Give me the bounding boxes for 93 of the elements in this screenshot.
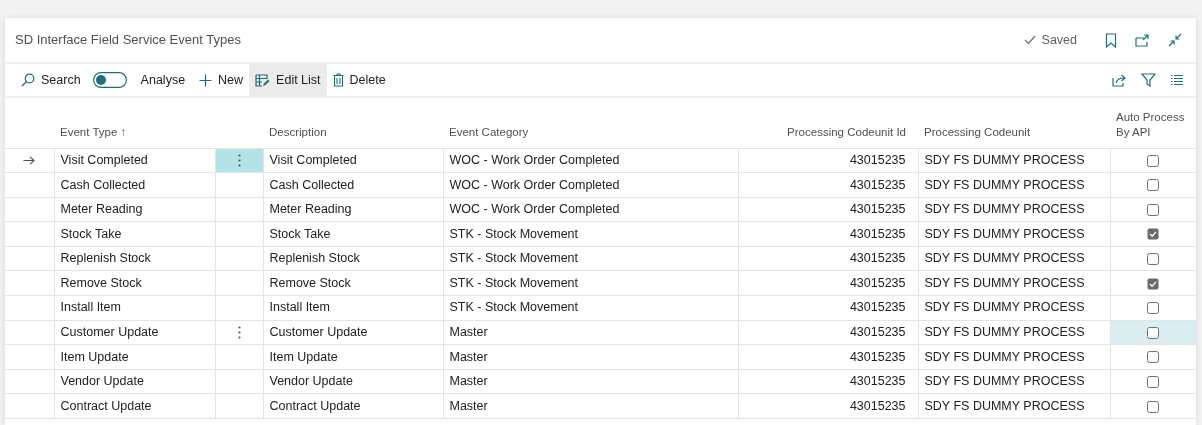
event-type-cell: Item Update [60,349,129,364]
codeunit-cell: SDY FS DUMMY PROCESS [924,202,1085,217]
event-category-cell: STK - Stock Movement [449,226,578,241]
event-type-cell: Meter Reading [60,202,143,217]
column-header[interactable]: Event Category [449,126,529,139]
codeunit-cell: SDY FS DUMMY PROCESS [924,251,1085,266]
description-cell: Contract Update [269,398,361,413]
codeunit-id-cell: 43015235 [849,202,906,217]
codeunit-id-cell: 43015235 [849,325,906,340]
event-category-cell: Master [449,349,488,364]
checkbox[interactable] [1147,277,1160,290]
analyse-toggle[interactable]: Analyse [86,64,192,96]
collapse-icon[interactable] [1168,33,1182,47]
column-header[interactable]: Description [269,126,327,139]
event-type-cell: Remove Stock [60,275,142,290]
event-type-cell: Vendor Update [60,374,144,389]
event-category-cell: WOC - Work Order Completed [449,152,620,167]
toolbar-button[interactable]: Delete [326,64,392,96]
share-icon[interactable] [1112,73,1127,87]
plus-icon [199,73,213,87]
description-cell: Vendor Update [269,374,353,389]
codeunit-cell: SDY FS DUMMY PROCESS [924,374,1085,389]
column-header[interactable]: Auto Process By API [1116,110,1186,141]
description-cell: Stock Take [269,226,331,241]
event-category-cell: WOC - Work Order Completed [449,202,620,217]
codeunit-id-cell: 43015235 [849,251,906,266]
codeunit-cell: SDY FS DUMMY PROCESS [924,275,1085,290]
column-header[interactable]: Processing Codeunit Id [787,126,906,139]
edit-list-icon [255,73,271,87]
codeunit-id-cell: 43015235 [849,226,906,241]
event-category-cell: STK - Stock Movement [449,251,578,266]
codeunit-id-cell: 43015235 [849,374,906,389]
toolbar-button[interactable]: Edit List [249,64,327,96]
event-category-cell: Master [449,374,488,389]
codeunit-id-cell: 43015235 [849,275,906,290]
event-type-cell: Replenish Stock [60,251,151,266]
event-type-cell: Customer Update [60,325,159,340]
codeunit-id-cell: 43015235 [849,300,906,315]
codeunit-cell: SDY FS DUMMY PROCESS [924,349,1085,364]
row-menu-icon[interactable] [237,326,241,340]
event-type-cell: Install Item [60,300,121,315]
description-cell: Replenish Stock [269,251,360,266]
checkbox[interactable] [1147,253,1160,265]
description-cell: Visit Completed [269,152,357,167]
checkbox[interactable] [1147,351,1160,364]
codeunit-id-cell: 43015235 [849,398,906,413]
event-type-cell: Visit Completed [60,152,148,167]
trash-icon [332,73,344,87]
description-cell: Install Item [269,300,330,315]
checkbox[interactable] [1147,203,1160,216]
page-title: SD Interface Field Service Event Types [15,31,241,50]
codeunit-id-cell: 43015235 [849,177,906,192]
event-category-cell: STK - Stock Movement [449,300,578,315]
event-category-cell: STK - Stock Movement [449,275,578,290]
description-cell: Customer Update [269,325,368,340]
description-cell: Meter Reading [269,202,352,217]
codeunit-id-cell: 43015235 [849,349,906,364]
event-type-cell: Contract Update [60,398,152,413]
row-menu-icon[interactable] [237,154,241,168]
codeunit-cell: SDY FS DUMMY PROCESS [924,152,1085,167]
open-new-window-icon[interactable] [1135,33,1150,47]
check-icon [1023,35,1036,45]
event-type-cell: Cash Collected [60,177,146,192]
save-status: Saved [1041,31,1077,49]
column-header[interactable]: Event Type ↑ [60,126,127,139]
column-header[interactable]: Processing Codeunit [924,126,1031,139]
codeunit-cell: SDY FS DUMMY PROCESS [924,325,1085,340]
toolbar-button[interactable]: Search [15,64,87,96]
codeunit-cell: SDY FS DUMMY PROCESS [924,398,1085,413]
description-cell: Cash Collected [269,177,355,192]
checkbox[interactable] [1147,326,1160,339]
event-category-cell: Master [449,325,488,340]
checkbox[interactable] [1147,179,1160,192]
bookmark-icon[interactable] [1105,32,1117,48]
codeunit-cell: SDY FS DUMMY PROCESS [924,226,1085,241]
event-type-cell: Stock Take [60,226,122,241]
checkbox[interactable] [1147,228,1160,241]
description-cell: Remove Stock [269,275,351,290]
list-view-icon[interactable] [1170,74,1184,86]
checkbox[interactable] [1147,375,1160,388]
checkbox[interactable] [1147,400,1160,413]
codeunit-id-cell: 43015235 [849,152,906,167]
toggle-switch-icon [92,72,127,88]
filter-icon[interactable] [1141,73,1156,87]
checkbox[interactable] [1147,302,1160,315]
codeunit-cell: SDY FS DUMMY PROCESS [924,300,1085,315]
search-icon [21,73,35,87]
event-category-cell: WOC - Work Order Completed [449,177,620,192]
codeunit-cell: SDY FS DUMMY PROCESS [924,177,1085,192]
description-cell: Item Update [269,349,338,364]
checkbox[interactable] [1147,154,1160,167]
toolbar-button[interactable]: New [193,64,250,96]
event-category-cell: Master [449,398,488,413]
